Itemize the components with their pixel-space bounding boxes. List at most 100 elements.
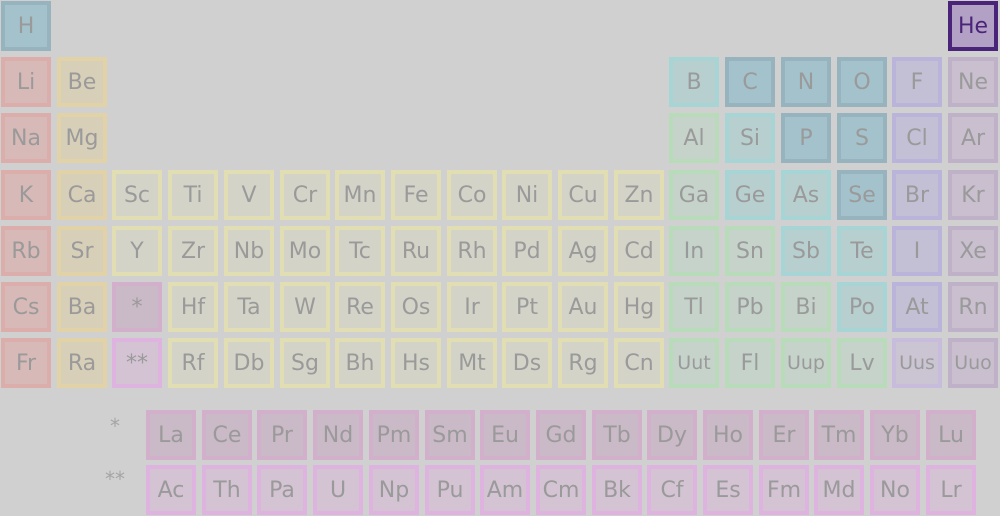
element-sg[interactable]: Sg — [280, 338, 330, 388]
element-zr[interactable]: Zr — [168, 226, 218, 276]
element-cu[interactable]: Cu — [558, 170, 608, 220]
element-cm[interactable]: Cm — [536, 465, 586, 515]
element-bh[interactable]: Bh — [335, 338, 385, 388]
element-pu[interactable]: Pu — [425, 465, 475, 515]
element-b[interactable]: B — [669, 57, 719, 107]
element-ge[interactable]: Ge — [725, 170, 775, 220]
element-sr[interactable]: Sr — [57, 226, 107, 276]
element-s[interactable]: S — [837, 113, 887, 163]
element-ho[interactable]: Ho — [703, 410, 753, 460]
element-v[interactable]: V — [224, 170, 274, 220]
element-f[interactable]: F — [892, 57, 942, 107]
element-la[interactable]: La — [146, 410, 196, 460]
element-uus[interactable]: Uus — [892, 338, 942, 388]
element-co[interactable]: Co — [447, 170, 497, 220]
element-rb[interactable]: Rb — [1, 226, 51, 276]
element-fr[interactable]: Fr — [1, 338, 51, 388]
element-tc[interactable]: Tc — [335, 226, 385, 276]
element-pr[interactable]: Pr — [257, 410, 307, 460]
element-nb[interactable]: Nb — [224, 226, 274, 276]
element-ga[interactable]: Ga — [669, 170, 719, 220]
element-ti[interactable]: Ti — [168, 170, 218, 220]
element-sn[interactable]: Sn — [725, 226, 775, 276]
element-mg[interactable]: Mg — [57, 113, 107, 163]
element-se[interactable]: Se — [837, 170, 887, 220]
element-as[interactable]: As — [781, 170, 831, 220]
element-fl[interactable]: Fl — [725, 338, 775, 388]
element-es[interactable]: Es — [703, 465, 753, 515]
element-li[interactable]: Li — [1, 57, 51, 107]
element-w[interactable]: W — [280, 282, 330, 332]
element-nd[interactable]: Nd — [313, 410, 363, 460]
element-no[interactable]: No — [870, 465, 920, 515]
element-ru[interactable]: Ru — [391, 226, 441, 276]
element-ca[interactable]: Ca — [57, 170, 107, 220]
element-cn[interactable]: Cn — [614, 338, 664, 388]
element-cs[interactable]: Cs — [1, 282, 51, 332]
element-mn[interactable]: Mn — [335, 170, 385, 220]
element-ni[interactable]: Ni — [502, 170, 552, 220]
element-rh[interactable]: Rh — [447, 226, 497, 276]
element-uut[interactable]: Uut — [669, 338, 719, 388]
element-ne[interactable]: Ne — [948, 57, 998, 107]
element-tl[interactable]: Tl — [669, 282, 719, 332]
element-au[interactable]: Au — [558, 282, 608, 332]
element-k[interactable]: K — [1, 170, 51, 220]
element-rg[interactable]: Rg — [558, 338, 608, 388]
element-bi[interactable]: Bi — [781, 282, 831, 332]
element-ar[interactable]: Ar — [948, 113, 998, 163]
element-hg[interactable]: Hg — [614, 282, 664, 332]
element-mt[interactable]: Mt — [447, 338, 497, 388]
element-br[interactable]: Br — [892, 170, 942, 220]
element-cd[interactable]: Cd — [614, 226, 664, 276]
element-lr[interactable]: Lr — [926, 465, 976, 515]
element-h[interactable]: H — [1, 1, 51, 51]
element-c[interactable]: C — [725, 57, 775, 107]
element-tb[interactable]: Tb — [592, 410, 642, 460]
element-ag[interactable]: Ag — [558, 226, 608, 276]
element-os[interactable]: Os — [391, 282, 441, 332]
element-md[interactable]: Md — [814, 465, 864, 515]
element-dy[interactable]: Dy — [647, 410, 697, 460]
element-ba[interactable]: Ba — [57, 282, 107, 332]
element-cl[interactable]: Cl — [892, 113, 942, 163]
element-y[interactable]: Y — [112, 226, 162, 276]
element-lu[interactable]: Lu — [926, 410, 976, 460]
element-ta[interactable]: Ta — [224, 282, 274, 332]
element-lanthanides-placeholder[interactable]: * — [112, 282, 162, 332]
element-rf[interactable]: Rf — [168, 338, 218, 388]
element-xe[interactable]: Xe — [948, 226, 998, 276]
element-ra[interactable]: Ra — [57, 338, 107, 388]
element-fm[interactable]: Fm — [759, 465, 809, 515]
element-ac[interactable]: Ac — [146, 465, 196, 515]
element-cr[interactable]: Cr — [280, 170, 330, 220]
element-i[interactable]: I — [892, 226, 942, 276]
element-ce[interactable]: Ce — [202, 410, 252, 460]
element-te[interactable]: Te — [837, 226, 887, 276]
element-po[interactable]: Po — [837, 282, 887, 332]
element-pb[interactable]: Pb — [725, 282, 775, 332]
element-gd[interactable]: Gd — [536, 410, 586, 460]
element-al[interactable]: Al — [669, 113, 719, 163]
element-tm[interactable]: Tm — [814, 410, 864, 460]
element-uup[interactable]: Uup — [781, 338, 831, 388]
element-yb[interactable]: Yb — [870, 410, 920, 460]
element-re[interactable]: Re — [335, 282, 385, 332]
element-n[interactable]: N — [781, 57, 831, 107]
element-si[interactable]: Si — [725, 113, 775, 163]
element-am[interactable]: Am — [480, 465, 530, 515]
element-lv[interactable]: Lv — [837, 338, 887, 388]
element-ds[interactable]: Ds — [502, 338, 552, 388]
element-at[interactable]: At — [892, 282, 942, 332]
element-rn[interactable]: Rn — [948, 282, 998, 332]
element-u[interactable]: U — [313, 465, 363, 515]
element-na[interactable]: Na — [1, 113, 51, 163]
element-pa[interactable]: Pa — [257, 465, 307, 515]
element-mo[interactable]: Mo — [280, 226, 330, 276]
element-actinides-placeholder[interactable]: ** — [112, 338, 162, 388]
element-in[interactable]: In — [669, 226, 719, 276]
element-er[interactable]: Er — [759, 410, 809, 460]
element-be[interactable]: Be — [57, 57, 107, 107]
element-hs[interactable]: Hs — [391, 338, 441, 388]
element-o[interactable]: O — [837, 57, 887, 107]
